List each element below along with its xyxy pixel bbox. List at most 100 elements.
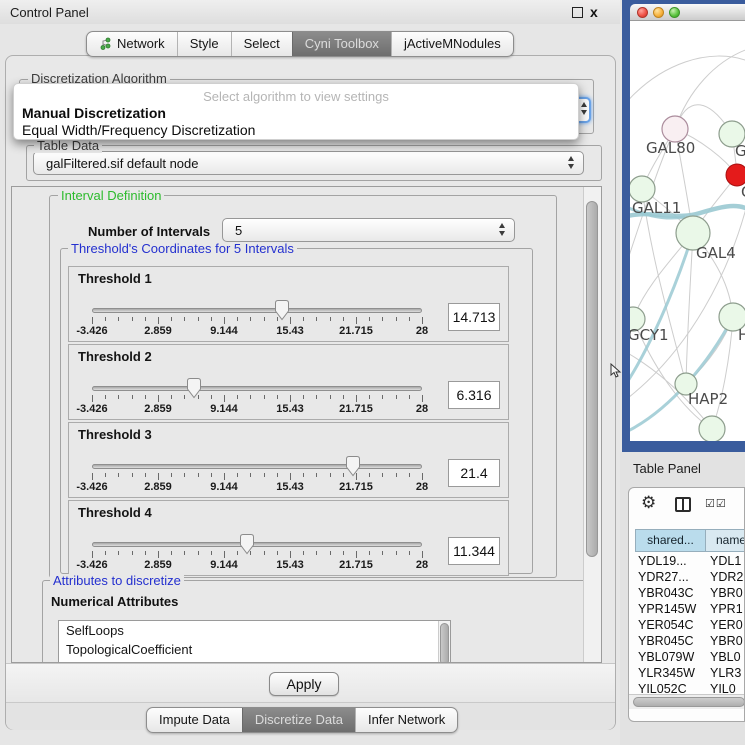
tick	[356, 317, 357, 324]
slider-track[interactable]	[92, 308, 422, 313]
cell: YER0	[710, 618, 743, 632]
threshold-3-label: Threshold 3	[78, 427, 152, 442]
thresholds-group: Threshold's Coordinates for 5 Intervals …	[60, 248, 533, 574]
apply-button[interactable]: Apply	[269, 672, 339, 696]
number-of-intervals-label: Number of Intervals	[88, 224, 210, 239]
column-header-name[interactable]: name	[706, 529, 745, 552]
tick	[264, 473, 265, 477]
tab-network[interactable]: Network	[87, 32, 177, 56]
threshold-3-slider[interactable]: -3.4262.8599.14415.4321.71528	[92, 453, 422, 497]
slider-track[interactable]	[92, 464, 422, 469]
table-row[interactable]: YDL19...YDL1	[629, 554, 745, 570]
control-panel-titlebar: Control Panel x	[0, 0, 620, 24]
tick	[316, 551, 317, 555]
tick	[224, 395, 225, 402]
table-row[interactable]: YBR045CYBR0	[629, 634, 745, 650]
settings-scrollpane: Interval Definition Number of Intervals …	[11, 186, 602, 663]
mac-close-icon[interactable]	[637, 7, 648, 18]
threshold-3-value-field[interactable]: 21.4	[448, 459, 500, 487]
tick	[396, 395, 397, 399]
table-row[interactable]: YPR145WYPR1	[629, 602, 745, 618]
threshold-4-slider[interactable]: -3.4262.8599.14415.4321.71528	[92, 531, 422, 575]
table-row[interactable]: YBL079WYBL0	[629, 650, 745, 666]
tick-label: 2.859	[144, 403, 172, 415]
node-label: GAL4	[696, 244, 736, 262]
threshold-2-value-field[interactable]: 6.316	[448, 381, 500, 409]
table-row[interactable]: YBR043CYBR0	[629, 586, 745, 602]
attribute-item-topologicalcoefficient[interactable]: TopologicalCoefficient	[59, 640, 450, 659]
gear-icon[interactable]: ⚙	[641, 493, 656, 513]
tab-impute-data[interactable]: Impute Data	[147, 708, 242, 732]
tick	[369, 473, 370, 477]
tick	[132, 473, 133, 477]
settings-scrollbar[interactable]	[583, 187, 601, 662]
tab-cyni-toolbox[interactable]: Cyni Toolbox	[292, 32, 391, 56]
column-header-shared-name[interactable]: shared...	[635, 529, 706, 552]
tick-label: 9.144	[210, 403, 238, 415]
attributes-list-scrollbar-thumb[interactable]	[440, 623, 449, 663]
close-icon[interactable]: x	[590, 4, 598, 20]
slider-ticks	[92, 395, 422, 403]
tick-label: 2.859	[144, 481, 172, 493]
tab-discretize-data[interactable]: Discretize Data	[242, 708, 355, 732]
slider-thumb[interactable]	[239, 533, 255, 555]
tick	[171, 395, 172, 399]
network-node[interactable]	[699, 416, 725, 441]
tick	[343, 317, 344, 321]
tick	[303, 551, 304, 555]
tab-infer-network[interactable]: Infer Network	[355, 708, 457, 732]
threshold-4-value-field[interactable]: 11.344	[448, 537, 500, 565]
algorithm-dropdown-popup: Select algorithm to view settings Manual…	[13, 83, 579, 140]
mac-zoom-icon[interactable]	[669, 7, 680, 18]
table-row[interactable]: YER054CYER0	[629, 618, 745, 634]
tab-jactivemnodules[interactable]: jActiveMNodules	[391, 32, 513, 56]
tick	[264, 551, 265, 555]
attributes-list-scrollbar[interactable]	[438, 621, 450, 663]
mac-minimize-icon[interactable]	[653, 7, 664, 18]
tab-select[interactable]: Select	[231, 32, 292, 56]
tick-label: 28	[416, 481, 428, 493]
table-data-combobox[interactable]: galFiltered.sif default node	[33, 151, 584, 175]
attribute-item-selfloops[interactable]: SelfLoops	[59, 621, 450, 640]
popup-item-manual-discretization[interactable]: Manual Discretization	[22, 105, 166, 121]
tick	[369, 317, 370, 321]
number-of-intervals-combobox[interactable]: 5	[222, 218, 515, 242]
popup-item-equal-width-frequency[interactable]: Equal Width/Frequency Discretization	[22, 122, 255, 138]
select-columns-icon[interactable]: ☑☑	[705, 497, 727, 510]
threshold-4-panel: Threshold 4 -3.4262.8599.14415.4321.7152…	[68, 500, 509, 576]
table-row[interactable]: YDR27...YDR2	[629, 570, 745, 586]
threshold-1-value-field[interactable]: 14.713	[448, 303, 500, 331]
tick-label: 28	[416, 403, 428, 415]
settings-scrollbar-thumb[interactable]	[586, 201, 598, 557]
slider-thumb[interactable]	[274, 299, 290, 321]
tick	[343, 395, 344, 399]
column-settings-icon[interactable]	[675, 497, 691, 512]
cell: YBR0	[710, 634, 743, 648]
tick	[184, 317, 185, 321]
float-window-icon[interactable]	[572, 7, 583, 18]
network-canvas[interactable]: GAL80GACGAL11GAL4GCY1HHAP2	[630, 21, 745, 441]
tick	[211, 551, 212, 555]
network-edge[interactable]	[630, 56, 745, 105]
tick	[250, 395, 251, 399]
network-edge[interactable]	[675, 49, 745, 129]
table-horizontal-scrollbar-thumb[interactable]	[633, 697, 745, 707]
table-row[interactable]: YLR345WYLR3	[629, 666, 745, 682]
slider-thumb[interactable]	[186, 377, 202, 399]
attributes-group: Attributes to discretize Numerical Attri…	[42, 580, 592, 663]
network-icon	[99, 37, 112, 50]
tick	[330, 395, 331, 399]
slider-thumb[interactable]	[345, 455, 361, 477]
table-horizontal-scrollbar[interactable]	[629, 694, 745, 709]
tab-style[interactable]: Style	[177, 32, 231, 56]
threshold-1-slider[interactable]: -3.4262.8599.14415.4321.71528	[92, 297, 422, 341]
tick	[184, 473, 185, 477]
threshold-2-slider[interactable]: -3.4262.8599.14415.4321.71528	[92, 375, 422, 419]
slider-track[interactable]	[92, 542, 422, 547]
network-window-titlebar[interactable]	[630, 4, 745, 21]
slider-track[interactable]	[92, 386, 422, 391]
tick	[92, 551, 93, 558]
table-panel-title: Table Panel	[633, 461, 701, 476]
window-title: Control Panel	[10, 5, 89, 20]
cell: YBL079W	[638, 650, 694, 664]
